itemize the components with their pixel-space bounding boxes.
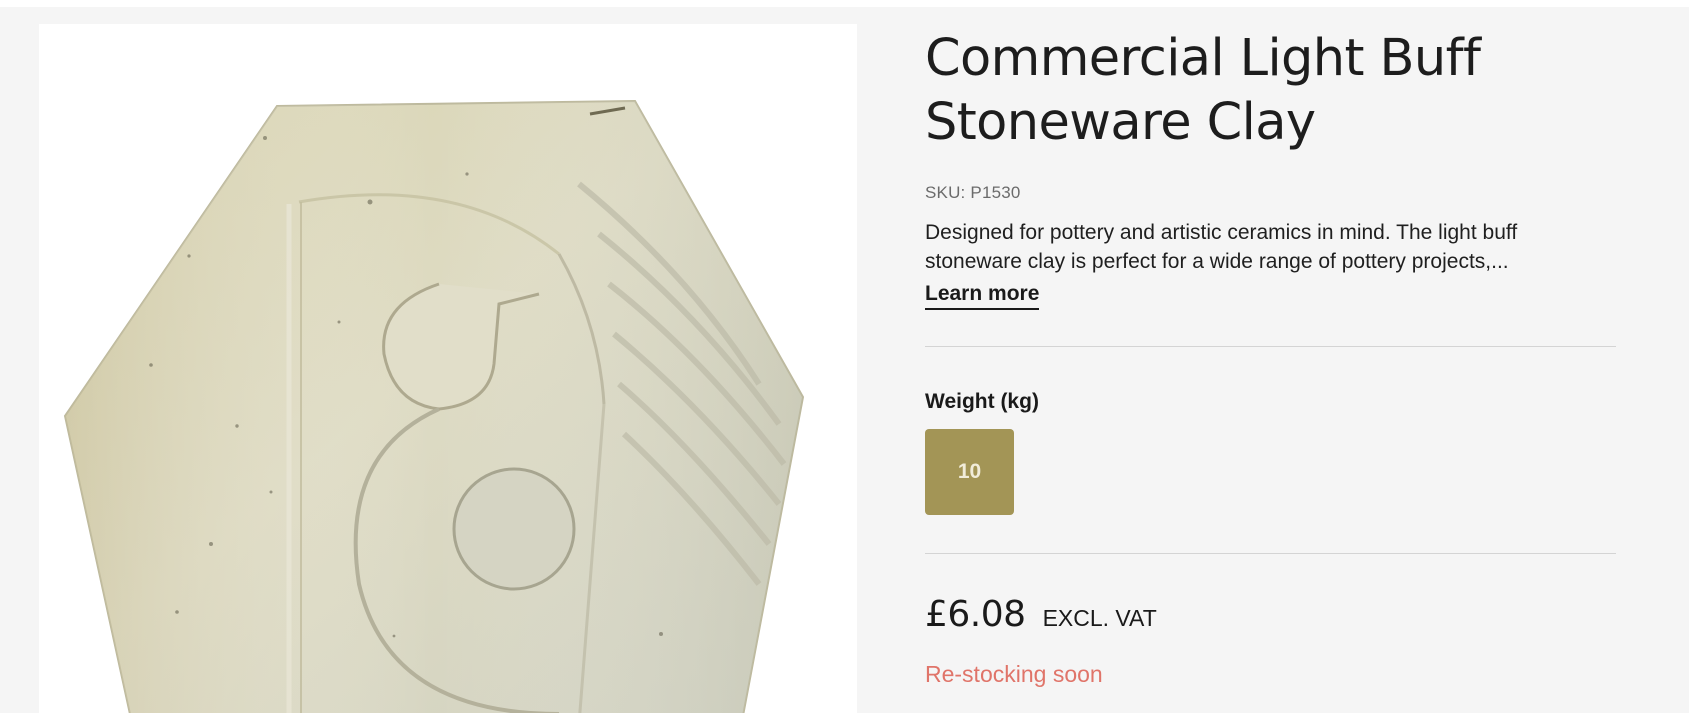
product-title-line2: Stoneware Clay [925,93,1316,152]
hexagonal-clay-tile-image [63,99,805,713]
weight-option-10kg-button[interactable]: 10 [925,429,1014,515]
learn-more-link[interactable]: Learn more [925,282,1040,310]
product-sku: SKU: P1530 [925,183,1021,202]
price-row: £6.08 EXCL. VAT [925,594,1616,635]
product-title: Commercial Light Buff Stoneware Clay [925,27,1616,155]
product-image[interactable] [39,24,857,713]
product-info: Commercial Light Buff Stoneware Clay SKU… [925,27,1616,688]
product-title-line1: Commercial Light Buff [925,29,1481,88]
vat-note: EXCL. VAT [1042,605,1157,631]
divider [925,553,1616,554]
divider [925,346,1616,347]
weight-option-label: Weight (kg) [925,390,1039,413]
product-description: Designed for pottery and artistic cerami… [925,221,1518,273]
product-page: Commercial Light Buff Stoneware Clay SKU… [0,7,1689,713]
stock-status: Re-stocking soon [925,661,1103,687]
product-price: £6.08 [925,594,1026,635]
